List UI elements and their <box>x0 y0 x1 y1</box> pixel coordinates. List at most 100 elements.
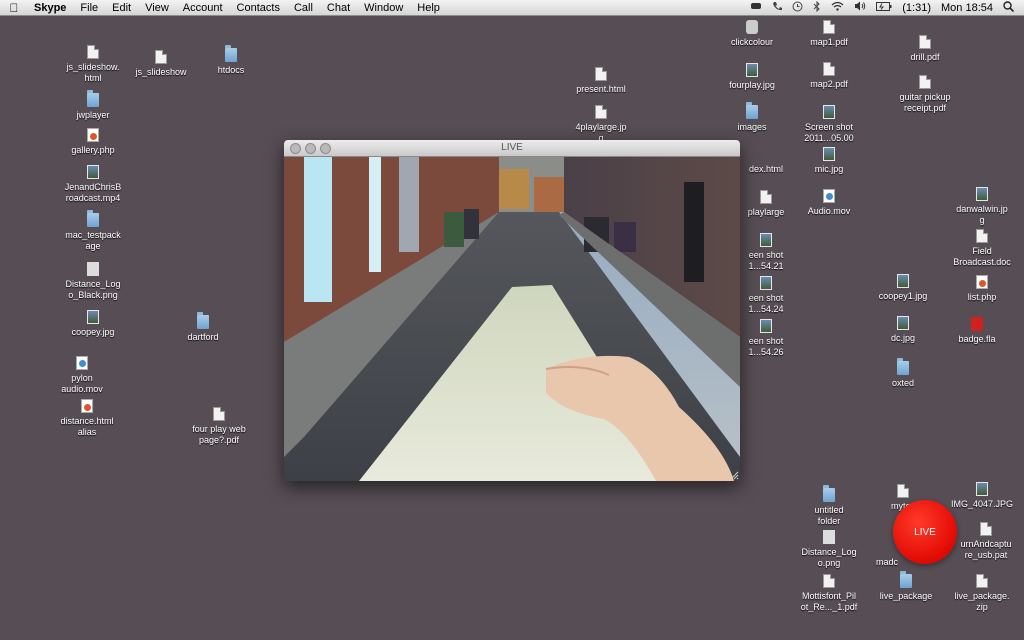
desktop-icon[interactable]: Distance_Log o_Black.png <box>51 262 135 301</box>
menu-view[interactable]: View <box>138 2 176 14</box>
folder-icon <box>197 312 209 329</box>
desktop-icon-label: guitar pickup receipt.pdf <box>899 92 951 113</box>
volume-icon[interactable] <box>854 1 866 14</box>
battery-icon[interactable] <box>876 1 892 14</box>
live-badge[interactable]: LIVE <box>893 500 957 564</box>
desktop-icon-label: coopey.jpg <box>71 327 115 337</box>
desktop-icon-label: oxted <box>891 378 915 388</box>
desktop-icon[interactable]: htdocs <box>189 45 273 76</box>
menu-file[interactable]: File <box>73 2 105 14</box>
menu-window[interactable]: Window <box>357 2 410 14</box>
document-icon <box>155 50 167 64</box>
desktop-icon[interactable]: oxted <box>861 358 945 389</box>
php-file-icon <box>87 128 99 142</box>
desktop-icon[interactable]: mac_testpack age <box>51 210 135 252</box>
menu-app-name[interactable]: Skype <box>28 2 73 14</box>
quicktime-file-icon <box>823 189 835 203</box>
desktop-icon-label: coopey1.jpg <box>878 291 928 301</box>
status-app-icon[interactable] <box>750 1 762 14</box>
desktop-icon[interactable]: mic.jpg <box>787 147 871 175</box>
desktop-icon[interactable]: live_package <box>864 571 948 602</box>
desktop-icon[interactable]: list.php <box>940 275 1024 303</box>
desktop-icon[interactable]: jwplayer <box>51 90 135 121</box>
pdf-file-icon <box>823 574 835 588</box>
desktop-icon[interactable]: live_package. zip <box>940 574 1024 613</box>
desktop-icon[interactable]: drill.pdf <box>883 35 967 63</box>
desktop-icon-label: playlarge <box>747 207 785 217</box>
desktop-icon[interactable]: Mottisfont_Pil ot_Re..._1.pdf <box>787 574 871 613</box>
desktop-icon[interactable]: clickcolour <box>710 20 794 48</box>
desktop-icon-label: Mottisfont_Pil ot_Re..._1.pdf <box>800 591 858 612</box>
desktop-icon[interactable]: fourplay.jpg <box>710 63 794 91</box>
spotlight-search-icon[interactable] <box>1003 0 1015 15</box>
desktop-icon[interactable]: untitled folder <box>787 485 871 527</box>
desktop-icon[interactable]: guitar pickup receipt.pdf <box>883 75 967 114</box>
phone-icon[interactable] <box>772 1 783 14</box>
apple-menu-icon[interactable]:  <box>0 1 28 15</box>
desktop-icon[interactable]: map1.pdf <box>787 20 871 48</box>
document-icon <box>595 67 607 81</box>
desktop-icon-label: Field Broadcast.doc <box>953 246 1011 267</box>
image-file-icon <box>746 63 758 77</box>
image-file-icon <box>823 530 835 544</box>
desktop-icon[interactable]: distance.html alias <box>45 399 129 438</box>
image-file-icon <box>897 316 909 330</box>
menubar-clock[interactable]: Mon 18:54 <box>941 2 993 14</box>
menu-call[interactable]: Call <box>287 2 320 14</box>
desktop-icon-label: distance.html alias <box>60 416 114 437</box>
desktop-icon[interactable]: danwalwin.jp g <box>940 187 1024 226</box>
desktop-icon[interactable]: IMG_4047.JPG <box>940 482 1024 510</box>
desktop-icon[interactable]: dartford <box>161 312 245 343</box>
desktop-icon[interactable]: images <box>710 102 794 133</box>
desktop-icon[interactable]: pylon audio.mov <box>40 356 124 395</box>
folder-icon <box>897 358 909 375</box>
screenshot-file-icon <box>760 276 772 290</box>
desktop-icon[interactable]: Audio.mov <box>787 189 871 217</box>
desktop-icon[interactable]: Screen shot 2011...05.00 <box>787 105 871 144</box>
desktop-icon-label: untitled folder <box>814 505 844 526</box>
wifi-icon[interactable] <box>831 1 844 14</box>
desktop-icon[interactable]: coopey1.jpg <box>861 274 945 302</box>
status-menus: (1:31) Mon 18:54 <box>750 0 1015 15</box>
desktop-icon[interactable]: badge.fla <box>935 317 1019 345</box>
time-machine-icon[interactable] <box>792 1 803 15</box>
desktop-icon[interactable]: dc.jpg <box>861 316 945 344</box>
pdf-file-icon <box>213 407 225 421</box>
folder-icon <box>87 90 99 107</box>
menu-edit[interactable]: Edit <box>105 2 138 14</box>
desktop-icon-label: htdocs <box>217 65 245 75</box>
php-file-icon <box>976 275 988 289</box>
menu-help[interactable]: Help <box>410 2 447 14</box>
desktop-icon-label: IMG_4047.JPG <box>950 499 1014 509</box>
screenshot-file-icon <box>760 319 772 333</box>
menu-chat[interactable]: Chat <box>320 2 357 14</box>
bluetooth-icon[interactable] <box>813 0 821 15</box>
desktop-icon[interactable]: Distance_Log o.png <box>787 530 871 569</box>
pdf-file-icon <box>823 20 835 34</box>
folder-icon <box>87 210 99 227</box>
menu-contacts[interactable]: Contacts <box>230 2 287 14</box>
resize-grip-icon[interactable] <box>729 470 739 480</box>
battery-time[interactable]: (1:31) <box>902 2 931 14</box>
live-video-feed <box>284 157 740 481</box>
live-video-window[interactable]: LIVE <box>284 140 740 481</box>
desktop-icon-label: een shot 1...54.26 <box>748 336 784 357</box>
desktop-icon-label: map1.pdf <box>810 37 848 47</box>
desktop-icon-label: pylon audio.mov <box>61 373 103 394</box>
desktop-icon[interactable]: map2.pdf <box>787 62 871 90</box>
desktop-icon[interactable]: present.html <box>559 67 643 95</box>
desktop-icon[interactable]: four play web page?.pdf <box>177 407 261 446</box>
desktop-icon[interactable]: coopey.jpg <box>51 310 135 338</box>
menu-account[interactable]: Account <box>176 2 230 14</box>
desktop-icon-label: JenandChrisB roadcast.mp4 <box>64 182 122 203</box>
desktop-icon-label: madc <box>875 557 898 567</box>
desktop-icon-label: drill.pdf <box>910 52 940 62</box>
image-file-icon <box>87 310 99 324</box>
window-titlebar[interactable]: LIVE <box>284 140 740 157</box>
desktop-icon-label: fourplay.jpg <box>729 80 775 90</box>
video-file-icon <box>87 165 99 179</box>
desktop-icon[interactable]: JenandChrisB roadcast.mp4 <box>51 165 135 204</box>
desktop-icon[interactable]: gallery.php <box>51 128 135 156</box>
desktop-icon[interactable]: 4playlarge.jp g <box>559 105 643 144</box>
desktop-icon[interactable]: Field Broadcast.doc <box>940 229 1024 268</box>
